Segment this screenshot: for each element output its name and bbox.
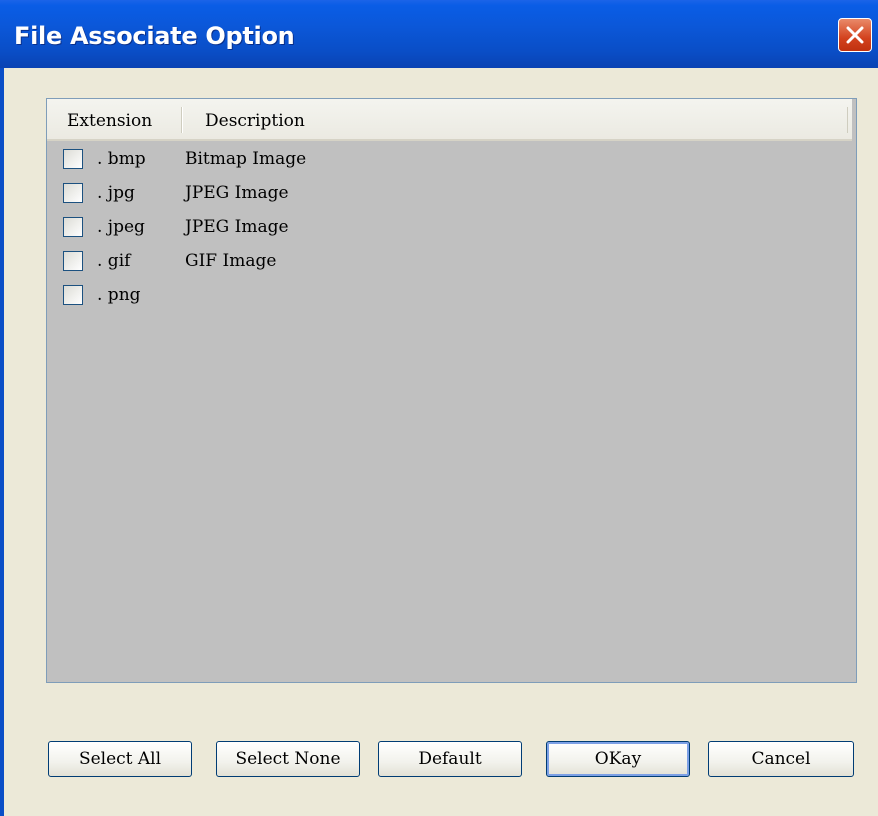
checkbox[interactable] xyxy=(63,217,83,237)
extension-label: . jpg xyxy=(97,183,135,203)
column-separator[interactable] xyxy=(181,107,183,133)
column-header-extension[interactable]: Extension xyxy=(67,111,152,131)
list-item[interactable]: . png xyxy=(47,277,852,311)
list-item[interactable]: . bmp Bitmap Image xyxy=(47,141,852,175)
extension-label: . bmp xyxy=(97,149,146,169)
select-none-button[interactable]: Select None xyxy=(216,741,360,777)
description-label: Bitmap Image xyxy=(185,149,307,169)
column-separator[interactable] xyxy=(847,107,848,133)
list-item[interactable]: . gif GIF Image xyxy=(47,243,852,277)
title-bar[interactable]: File Associate Option xyxy=(0,0,878,68)
extension-list[interactable]: Extension Description . bmp Bitmap Image… xyxy=(46,98,857,683)
window-border xyxy=(0,68,4,816)
file-associate-dialog: File Associate Option Extension Descript… xyxy=(0,0,878,816)
cancel-button[interactable]: Cancel xyxy=(708,741,854,777)
extension-label: . png xyxy=(97,285,141,305)
extension-label: . jpeg xyxy=(97,217,145,237)
description-label: JPEG Image xyxy=(185,183,289,203)
description-label: GIF Image xyxy=(185,251,277,271)
checkbox[interactable] xyxy=(63,251,83,271)
close-icon xyxy=(846,26,864,44)
default-button[interactable]: Default xyxy=(378,741,522,777)
window-title: File Associate Option xyxy=(14,22,295,50)
list-header: Extension Description xyxy=(47,99,852,141)
close-button[interactable] xyxy=(838,18,872,52)
list-item[interactable]: . jpeg JPEG Image xyxy=(47,209,852,243)
extension-label: . gif xyxy=(97,251,131,271)
checkbox[interactable] xyxy=(63,149,83,169)
description-label: JPEG Image xyxy=(185,217,289,237)
checkbox[interactable] xyxy=(63,285,83,305)
column-header-description[interactable]: Description xyxy=(205,111,305,131)
select-all-button[interactable]: Select All xyxy=(48,741,192,777)
checkbox[interactable] xyxy=(63,183,83,203)
list-item[interactable]: . jpg JPEG Image xyxy=(47,175,852,209)
okay-button[interactable]: OKay xyxy=(546,741,690,777)
